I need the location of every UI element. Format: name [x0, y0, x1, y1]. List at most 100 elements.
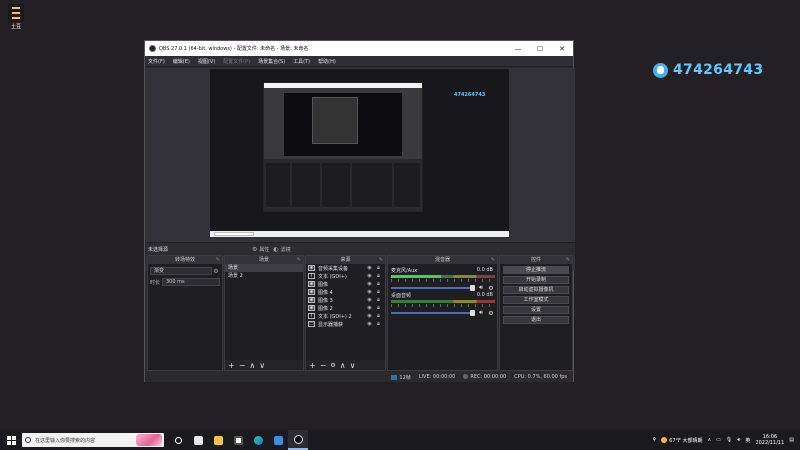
taskbar-edge[interactable] [248, 430, 268, 450]
store-icon [233, 435, 243, 445]
start-recording-button[interactable]: 开始录制 [503, 276, 569, 284]
source-item[interactable]: T 文本 (GDI+) ◉ 🔒︎ [306, 272, 385, 280]
source-item[interactable]: ▭ 显示器捕获 ◉ 🔒︎ [306, 320, 385, 328]
person-icon[interactable]: ⚲ [653, 437, 657, 443]
visibility-eye-icon[interactable]: ◉ [365, 273, 374, 279]
mixer-channel-desktop: 桌面音频 0.0 dB 🔊︎ ⚙ [391, 292, 495, 317]
visibility-eye-icon[interactable]: ◉ [365, 313, 374, 319]
lock-icon[interactable]: 🔒︎ [374, 281, 383, 287]
taskbar-store[interactable] [228, 430, 248, 450]
transition-settings-gear-icon[interactable]: ⚙ [212, 268, 220, 275]
start-button[interactable] [0, 430, 22, 450]
lock-icon[interactable]: 🔒︎ [374, 297, 383, 303]
menu-view[interactable]: 视图(V) [198, 58, 215, 65]
source-toolbar: 未选择源 ⚙ 属性 ◐ 滤镜 [145, 242, 575, 256]
menu-scene-collection[interactable]: 场景集合(S) [258, 58, 285, 65]
visibility-eye-icon[interactable]: ◉ [365, 297, 374, 303]
source-item[interactable]: ◉ 音频采集设备 ◉ 🔒︎ [306, 264, 385, 272]
lock-icon[interactable]: 🔒︎ [374, 289, 383, 295]
volume-icon[interactable]: 🔊︎ [737, 437, 740, 443]
slider-handle[interactable] [470, 285, 475, 291]
menu-tools[interactable]: 工具(T) [293, 58, 310, 65]
notification-icon[interactable]: ▤ [789, 437, 794, 443]
taskbar-search-box[interactable]: 在这里输入你要搜索的内容 [22, 433, 164, 447]
scene-item[interactable]: 场景 [225, 264, 303, 272]
studio-mode-button[interactable]: 工作室模式 [503, 296, 569, 304]
volume-slider[interactable] [391, 285, 475, 291]
lock-icon[interactable]: 🔒︎ [374, 321, 383, 327]
source-item[interactable]: T 文本 (GDI+) 2 ◉ 🔒︎ [306, 312, 385, 320]
qq-number-overlay: 474264743 [653, 62, 763, 78]
menu-file[interactable]: 文件(F) [148, 58, 165, 65]
task-view-button[interactable] [168, 430, 188, 450]
volume-slider[interactable] [391, 310, 475, 316]
visibility-eye-icon[interactable]: ◉ [365, 281, 374, 287]
channel-db: 0.0 dB [476, 267, 493, 273]
lock-icon[interactable]: 🔒︎ [374, 265, 383, 271]
properties-gear-icon[interactable]: ⚙ [252, 246, 257, 253]
taskbar-file-explorer[interactable] [208, 430, 228, 450]
window-titlebar[interactable]: OBS 27.0.1 (64-bit, windows) - 配置文件: 未命名… [145, 41, 573, 56]
menu-profile[interactable]: 配置文件(P) [223, 58, 250, 65]
input-language[interactable]: 英 [745, 437, 750, 444]
speaker-icon[interactable]: 🔊︎ [477, 284, 485, 292]
transitions-dock: 转场特效 ✎ 渐变 ⚙ 时长 300 ms [147, 255, 223, 371]
weather-widget[interactable]: 67°F 大部晴朗 [661, 437, 703, 444]
move-up-icon[interactable]: ∧ [340, 361, 346, 370]
menu-edit[interactable]: 编辑(E) [173, 58, 190, 65]
microphone-icon[interactable]: 🎙︎ [726, 437, 732, 443]
settings-button[interactable]: 设置 [503, 306, 569, 314]
visibility-eye-icon[interactable]: ◉ [365, 321, 374, 327]
source-properties-gear-icon[interactable]: ⚙ [330, 362, 335, 369]
properties-button[interactable]: 属性 [259, 246, 269, 253]
source-item[interactable]: ▣ 图像 4 ◉ 🔒︎ [306, 288, 385, 296]
move-down-icon[interactable]: ∨ [350, 361, 356, 370]
visibility-eye-icon[interactable]: ◉ [365, 305, 374, 311]
start-virtual-camera-button[interactable]: 启动虚拟摄像机 [503, 286, 569, 294]
qq-number-text: 474264743 [673, 62, 764, 78]
lock-icon[interactable]: 🔒︎ [374, 305, 383, 311]
tray-chevron-icon[interactable]: ∧ [708, 437, 712, 443]
taskbar-qq-browser[interactable] [268, 430, 288, 450]
clock[interactable]: 16:06 2022/11/11 [755, 434, 784, 446]
channel-settings-gear-icon[interactable]: ⚙ [487, 310, 495, 317]
slider-handle[interactable] [470, 310, 475, 316]
menu-help[interactable]: 帮助(H) [318, 58, 336, 65]
add-source-icon[interactable]: + [309, 361, 316, 370]
move-up-icon[interactable]: ∧ [249, 361, 255, 370]
duration-input[interactable]: 300 ms [162, 278, 220, 286]
text-icon: T [308, 313, 315, 319]
desktop-shortcut-tudou[interactable]: 土豆 [6, 4, 26, 30]
taskbar-obs[interactable] [288, 430, 308, 450]
source-item[interactable]: ▣ 图像 ◉ 🔒︎ [306, 280, 385, 288]
minimize-button[interactable]: — [507, 45, 529, 53]
lock-icon[interactable]: 🔒︎ [374, 273, 383, 279]
maximize-button[interactable]: ☐ [529, 45, 551, 53]
add-scene-icon[interactable]: + [228, 361, 235, 370]
source-item[interactable]: ▣ 图像 2 ◉ 🔒︎ [306, 304, 385, 312]
visibility-eye-icon[interactable]: ◉ [365, 289, 374, 295]
search-icon [25, 437, 31, 443]
monitor-icon: ▭ [308, 321, 315, 327]
preview-canvas[interactable]: 474264743 [210, 69, 509, 237]
remove-source-icon[interactable]: − [320, 361, 327, 370]
filters-icon[interactable]: ◐ [273, 246, 278, 253]
exit-button[interactable]: 退出 [503, 316, 569, 324]
mixer-dock-header: 混音器 ✎ [388, 256, 497, 264]
scene-item[interactable]: 场景 2 [225, 272, 303, 280]
transition-select[interactable]: 渐变 [150, 267, 212, 275]
source-item[interactable]: ▣ 图像 3 ◉ 🔒︎ [306, 296, 385, 304]
channel-settings-gear-icon[interactable]: ⚙ [487, 285, 495, 292]
close-button[interactable]: ✕ [551, 45, 573, 53]
network-icon[interactable]: ▭ [716, 437, 721, 443]
stop-streaming-button[interactable]: 停止推流 [503, 266, 569, 274]
volume-meter [391, 275, 495, 278]
lock-icon[interactable]: 🔒︎ [374, 313, 383, 319]
scenes-dock-header: 场景 ✎ [225, 256, 303, 264]
move-down-icon[interactable]: ∨ [259, 361, 265, 370]
speaker-icon[interactable]: 🔊︎ [477, 309, 485, 317]
visibility-eye-icon[interactable]: ◉ [365, 265, 374, 271]
remove-scene-icon[interactable]: − [239, 361, 246, 370]
taskbar-app[interactable] [188, 430, 208, 450]
filters-button[interactable]: 滤镜 [281, 246, 291, 253]
